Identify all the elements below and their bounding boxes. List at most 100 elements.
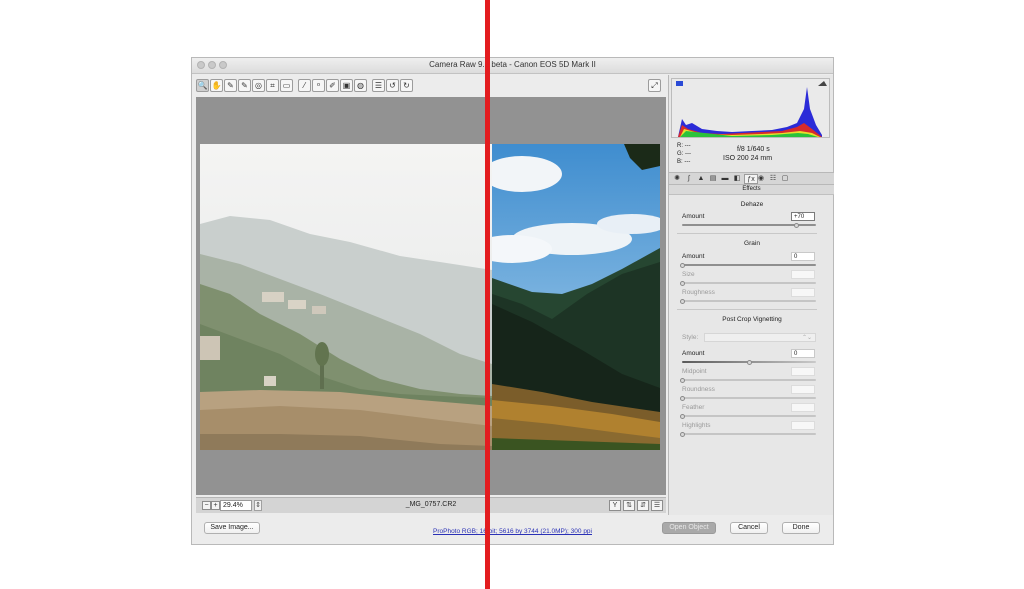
done-button[interactable]: Done xyxy=(782,522,820,534)
vignette-midpoint-thumb xyxy=(680,378,685,383)
iso-info: ISO 200 24 mm xyxy=(723,155,773,162)
radial-filter-icon: ◍ xyxy=(357,81,364,90)
vignette-amount-thumb[interactable] xyxy=(747,360,752,365)
crop-tool-button[interactable]: ⌗ xyxy=(266,79,279,92)
color-sampler-icon: ✎ xyxy=(241,81,248,90)
toggle-settings-button[interactable]: ☰ xyxy=(651,500,663,511)
vignette-title: Post Crop Vignetting xyxy=(722,316,782,323)
dehaze-slider-thumb[interactable] xyxy=(793,223,799,228)
vignette-amount-label: Amount xyxy=(682,350,705,357)
target-adjust-icon: ◎ xyxy=(255,81,262,90)
grain-roughness-thumb xyxy=(680,299,685,304)
vignette-midpoint-slider xyxy=(680,378,816,383)
file-name: _MG_0757.CR2 xyxy=(405,501,457,508)
grain-amount-slider[interactable] xyxy=(680,263,816,268)
vignette-feather-thumb xyxy=(680,414,685,419)
grain-size-slider xyxy=(680,281,816,286)
dehaze-amount-label: Amount xyxy=(682,213,705,220)
preferences-icon: ☰ xyxy=(374,81,383,90)
hand-tool-button[interactable]: ✋ xyxy=(210,79,223,92)
grain-amount-input[interactable]: 0 xyxy=(791,252,815,261)
menu-icon: ☰ xyxy=(653,502,661,509)
adjustment-brush-tool-button[interactable]: ✐ xyxy=(326,79,339,92)
photo-after-dehazed xyxy=(492,144,660,450)
straighten-tool-button[interactable]: ▭ xyxy=(280,79,293,92)
swap-settings-button[interactable]: ⇅ xyxy=(623,500,635,511)
title-bar: Camera Raw 9.1 beta - Canon EOS 5D Mark … xyxy=(192,58,833,74)
vignette-feather-slider xyxy=(680,414,816,419)
target-adjust-tool-button[interactable]: ◎ xyxy=(252,79,265,92)
green-value: G: --- xyxy=(677,151,691,157)
red-eye-tool-button[interactable]: ᵒ xyxy=(312,79,325,92)
vignette-style-select: ⌃⌄ xyxy=(704,333,816,342)
open-object-button[interactable]: Open Object xyxy=(662,522,716,534)
vignette-roundness-label: Roundness xyxy=(682,386,715,393)
rotate-cw-tool-button[interactable]: ↻ xyxy=(400,79,413,92)
vignette-amount-input[interactable]: 0 xyxy=(791,349,815,358)
grain-size-label: Size xyxy=(682,271,695,278)
eyedropper-tool-button[interactable]: ✎ xyxy=(224,79,237,92)
full-screen-icon: ⤢ xyxy=(651,81,658,90)
full-screen-button[interactable]: ⤢ xyxy=(648,79,661,92)
vignette-amount-slider[interactable] xyxy=(682,360,816,365)
toolbar: 🔍 ✋ ✎ ✎ ◎ ⌗ ▭ ⁄ ᵒ ✐ ▣ ◍ ☰ ↺ ↻ xyxy=(196,77,666,95)
dehaze-title: Dehaze xyxy=(740,201,764,208)
histogram xyxy=(671,78,830,138)
lens-tab-icon[interactable]: ◧ xyxy=(732,174,742,184)
swap-icon: ⇅ xyxy=(626,502,632,509)
graduated-filter-tool-button[interactable]: ▣ xyxy=(340,79,353,92)
grain-size-thumb xyxy=(680,281,685,286)
image-canvas[interactable] xyxy=(196,97,666,495)
copy-settings-button[interactable]: ⇵ xyxy=(637,500,649,511)
red-value: R: --- xyxy=(677,143,691,149)
blue-value: B: --- xyxy=(677,159,691,165)
spot-removal-tool-button[interactable]: ⁄ xyxy=(298,79,311,92)
grain-amount-thumb[interactable] xyxy=(680,263,685,268)
tone-curve-tab-icon[interactable]: ∫ xyxy=(684,174,694,184)
status-bar: − + 29.4% ⇕ _MG_0757.CR2 Y ⇅ ⇵ ☰ xyxy=(196,497,666,513)
cancel-button[interactable]: Cancel xyxy=(730,522,768,534)
panel-header: Effects xyxy=(669,185,834,195)
vignette-midpoint-input xyxy=(791,367,815,376)
red-eye-icon: ᵒ xyxy=(316,81,321,90)
before-after-view-button[interactable]: Y xyxy=(609,500,621,511)
detail-tab-icon[interactable]: ▲ xyxy=(696,174,706,184)
snapshots-tab-icon[interactable]: ▢ xyxy=(780,174,790,184)
spot-removal-icon: ⁄ xyxy=(303,81,306,90)
rotate-cw-icon: ↻ xyxy=(403,81,410,90)
vignette-feather-input xyxy=(791,403,815,412)
dehaze-amount-slider[interactable] xyxy=(682,223,816,228)
grain-amount-label: Amount xyxy=(682,253,705,260)
dehaze-amount-input[interactable]: +70 xyxy=(791,212,815,221)
vignette-roundness-thumb xyxy=(680,396,685,401)
exposure-info: f/8 1/640 s xyxy=(737,146,770,153)
grain-size-input xyxy=(791,270,815,279)
color-sampler-tool-button[interactable]: ✎ xyxy=(238,79,251,92)
copy-icon: ⇵ xyxy=(640,502,646,509)
grain-roughness-label: Roughness xyxy=(682,289,715,296)
radial-filter-tool-button[interactable]: ◍ xyxy=(354,79,367,92)
grain-roughness-input xyxy=(791,288,815,297)
vignette-feather-label: Feather xyxy=(682,404,705,411)
split-toning-tab-icon[interactable]: ▬ xyxy=(720,174,730,184)
presets-tab-icon[interactable]: ☷ xyxy=(768,174,778,184)
photo-preview xyxy=(200,144,660,450)
basic-tab-icon[interactable]: ✺ xyxy=(672,174,682,184)
vignette-roundness-slider xyxy=(680,396,816,401)
stage: Camera Raw 9.1 beta - Canon EOS 5D Mark … xyxy=(0,0,1024,589)
hsl-tab-icon[interactable]: ▤ xyxy=(708,174,718,184)
zoom-tool-button[interactable]: 🔍 xyxy=(196,79,209,92)
rgb-readout: R: --- G: --- B: --- f/8 1/640 s ISO 200… xyxy=(671,139,830,169)
rotate-ccw-tool-button[interactable]: ↺ xyxy=(386,79,399,92)
camera-raw-dialog: Camera Raw 9.1 beta - Canon EOS 5D Mark … xyxy=(191,57,834,545)
straighten-icon: ▭ xyxy=(282,81,291,90)
crop-icon: ⌗ xyxy=(270,81,275,90)
panel-tabs: ✺ ∫ ▲ ▤ ▬ ◧ ƒx ◉ ☷ ▢ xyxy=(669,172,834,185)
grain-roughness-slider xyxy=(680,299,816,304)
grain-title: Grain xyxy=(744,240,760,247)
vignette-style-label: Style: xyxy=(682,334,699,341)
preferences-tool-button[interactable]: ☰ xyxy=(372,79,385,92)
graduated-filter-icon: ▣ xyxy=(342,81,351,90)
divider xyxy=(677,233,817,234)
camera-calibration-tab-icon[interactable]: ◉ xyxy=(756,174,766,184)
